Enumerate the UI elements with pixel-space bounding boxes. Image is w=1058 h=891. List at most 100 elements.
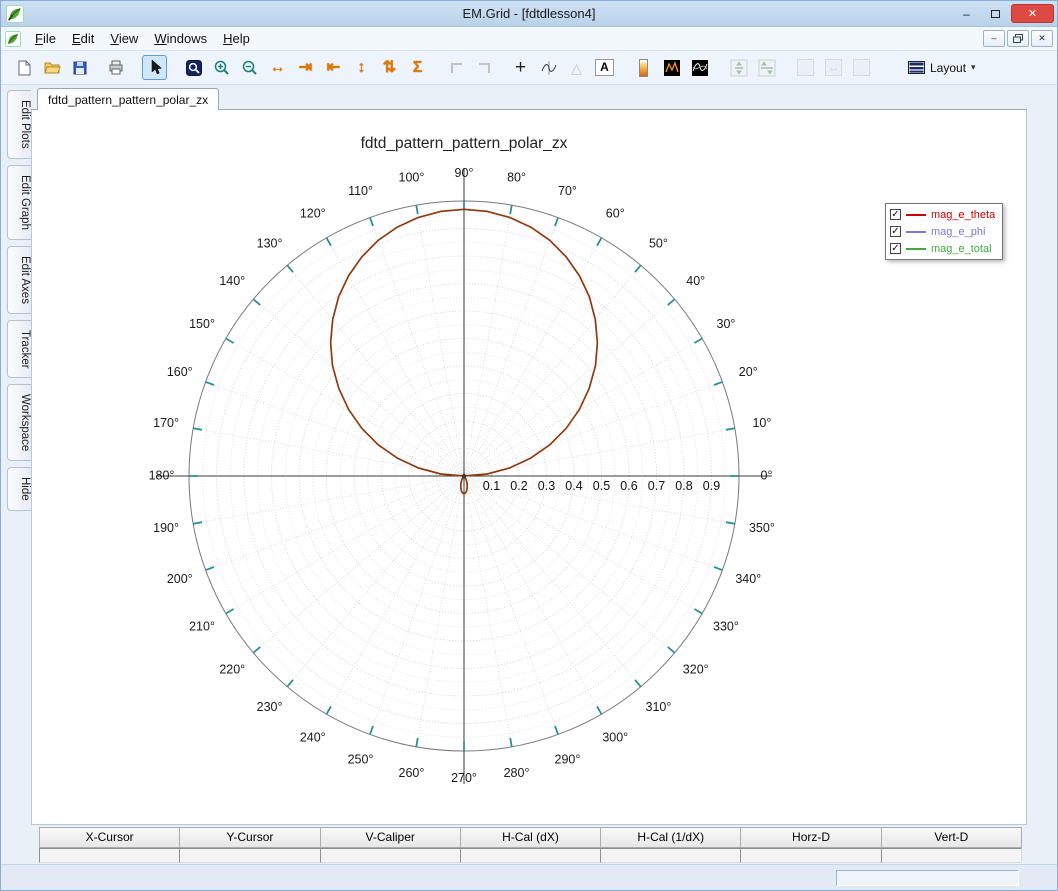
autoscale-icon: Σ (412, 58, 423, 76)
titlebar: EM.Grid - [fdtdlesson4] – ✕ (1, 1, 1057, 27)
tabbar: fdtd_pattern_pattern_polar_zx (31, 85, 1027, 110)
tracker-button[interactable] (536, 55, 561, 80)
readout-header-y-cursor: Y-Cursor (179, 827, 321, 848)
minimize-button[interactable]: – (953, 4, 980, 23)
plot-area[interactable]: 0° 10° 20° 30° 40° 50° 60° 70° 80° 90° 100° 110° 120… (31, 110, 1027, 825)
svg-text:220°: 220° (219, 663, 245, 677)
svg-text:170°: 170° (153, 416, 179, 430)
pane-b-button[interactable] (849, 55, 874, 80)
readout-value-horz-d (740, 848, 882, 863)
sidebar-item-hide[interactable]: Hide (7, 467, 31, 512)
svg-text:260°: 260° (399, 766, 425, 780)
svg-text:90°: 90° (455, 166, 474, 180)
link-vertical-a-button[interactable] (726, 55, 751, 80)
shift-right-button[interactable]: ⇥ (293, 55, 318, 80)
legend-row-mag-e-phi: ✓ mag_e_phi (890, 224, 995, 239)
legend-row-mag-e-total: ✓ mag_e_total (890, 241, 995, 256)
autoscale-button[interactable]: Σ (405, 55, 430, 80)
svg-text:0.4: 0.4 (565, 479, 582, 493)
menu-view[interactable]: View (102, 28, 146, 49)
svg-text:140°: 140° (219, 274, 245, 288)
sidebar-item-tracker[interactable]: Tracker (7, 319, 31, 379)
readout-headers: X-Cursor Y-Cursor V-Caliper H-Cal (dX) H… (39, 827, 1022, 848)
fit-vertical-icon: ↕ (357, 58, 366, 76)
save-button[interactable] (67, 55, 92, 80)
svg-text:fdtd_pattern_pattern_polar_zx: fdtd_pattern_pattern_polar_zx (361, 135, 568, 152)
tab-fdtd-pattern-polar-zx[interactable]: fdtd_pattern_pattern_polar_zx (37, 88, 220, 110)
menu-help[interactable]: Help (215, 28, 258, 49)
readout-header-x-cursor: X-Cursor (39, 827, 181, 848)
link-vertical-a-icon (730, 59, 747, 76)
legend-label-mag-e-theta: mag_e_theta (931, 208, 996, 221)
pane-a-button[interactable] (793, 55, 818, 80)
spectrum-icon (663, 59, 680, 76)
mdi-minimize-button[interactable]: – (983, 30, 1005, 47)
readout-values (39, 848, 1022, 863)
mdi-restore-button[interactable] (1007, 30, 1029, 47)
text-annotation-button[interactable]: A (592, 55, 617, 80)
open-button[interactable] (39, 55, 64, 80)
swap-vertical-button[interactable]: ⇅ (377, 55, 402, 80)
caliper-right-button[interactable] (472, 55, 497, 80)
sidebar-item-edit-plots[interactable]: Edit Plots (7, 90, 31, 159)
triangle-icon: △ (571, 59, 582, 76)
mdi-close-button[interactable]: ✕ (1031, 30, 1053, 47)
layout-icon (908, 61, 925, 74)
legend-checkbox-mag-e-phi[interactable]: ✓ (890, 226, 901, 237)
sidebar-item-workspace[interactable]: Workspace (7, 384, 31, 462)
readout-value-x-cursor (39, 848, 181, 863)
readout-value-v-caliper (319, 848, 461, 863)
svg-text:310°: 310° (646, 700, 672, 714)
sidebar-item-edit-axes[interactable]: Edit Axes (7, 245, 31, 314)
fit-vertical-button[interactable]: ↕ (349, 55, 374, 80)
caliper-left-icon (451, 62, 462, 73)
svg-text:350°: 350° (749, 521, 775, 535)
svg-text:160°: 160° (167, 365, 193, 379)
crosshair-button[interactable]: + (508, 55, 533, 80)
caliper-left-button[interactable] (444, 55, 469, 80)
print-icon (109, 60, 122, 74)
readout-value-h-cal-1dx (600, 848, 742, 863)
print-button[interactable] (103, 55, 128, 80)
svg-text:330°: 330° (713, 620, 739, 634)
svg-text:150°: 150° (189, 317, 215, 331)
pane-b-icon (853, 59, 870, 76)
svg-text:110°: 110° (348, 184, 373, 198)
svg-text:10°: 10° (752, 416, 771, 430)
app-window: EM.Grid - [fdtdlesson4] – ✕ File Edit Vi… (0, 0, 1058, 891)
svg-text:190°: 190° (153, 521, 179, 535)
svg-text:230°: 230° (257, 700, 283, 714)
legend-checkbox-mag-e-total[interactable]: ✓ (890, 243, 901, 254)
shift-left-button[interactable]: ⇤ (321, 55, 346, 80)
svg-text:100°: 100° (399, 170, 425, 184)
sidebar-item-edit-graph[interactable]: Edit Graph (7, 164, 31, 240)
zoom-region-button[interactable] (181, 55, 206, 80)
menu-windows[interactable]: Windows (146, 28, 215, 49)
pane-horizontal-button[interactable]: ↔ (821, 55, 846, 80)
svg-text:290°: 290° (555, 753, 581, 767)
spectrum-button[interactable] (659, 55, 684, 80)
zoom-region-icon (185, 59, 202, 76)
triangle-marker-button[interactable]: △ (564, 55, 589, 80)
maximize-button[interactable] (982, 4, 1009, 23)
svg-text:50°: 50° (649, 237, 668, 251)
zoom-out-icon (242, 60, 257, 75)
new-file-button[interactable] (11, 55, 36, 80)
overlay-curves-button[interactable] (687, 55, 712, 80)
zoom-in-button[interactable] (209, 55, 234, 80)
main-area: Edit Plots Edit Graph Edit Axes Tracker … (1, 85, 1057, 825)
fit-horizontal-icon: ↔ (269, 58, 286, 76)
app-logo-icon (6, 4, 24, 23)
legend-checkbox-mag-e-theta[interactable]: ✓ (890, 209, 901, 220)
pointer-tool-button[interactable] (142, 55, 167, 80)
colorbar-button[interactable] (631, 55, 656, 80)
zoom-out-button[interactable] (237, 55, 262, 80)
layout-dropdown[interactable]: Layout ▾ (900, 58, 984, 78)
fit-horizontal-button[interactable]: ↔ (265, 55, 290, 80)
menu-edit[interactable]: Edit (64, 28, 102, 49)
menu-file[interactable]: File (27, 28, 64, 49)
close-button[interactable]: ✕ (1011, 4, 1054, 23)
readout-header-h-cal-dx: H-Cal (dX) (459, 827, 602, 848)
layout-label: Layout (930, 60, 967, 75)
link-vertical-b-button[interactable] (754, 55, 779, 80)
